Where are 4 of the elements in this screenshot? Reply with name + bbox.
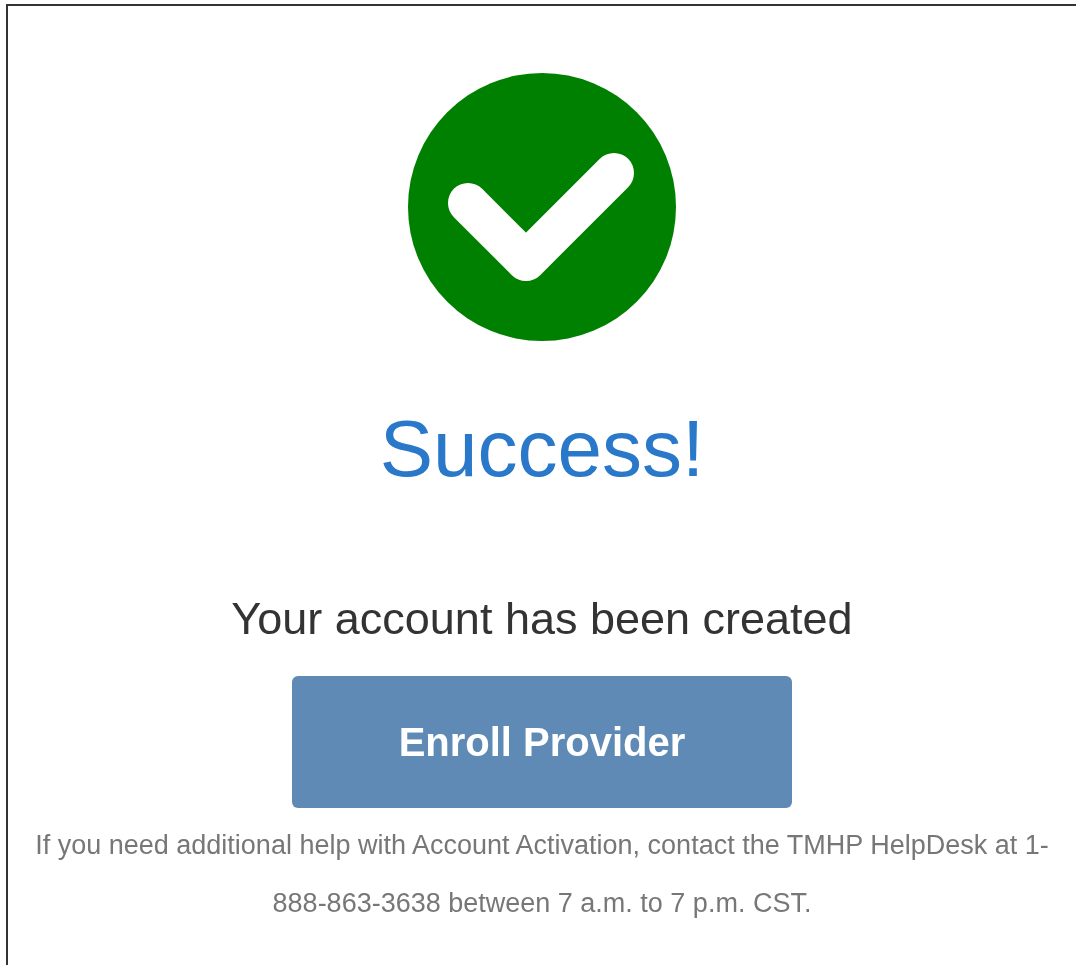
account-created-message: Your account has been created — [231, 593, 853, 645]
success-title: Success! — [379, 403, 705, 495]
help-text: If you need additional help with Account Activation, contact the TMHP HelpDesk at 1-888-863-3638 between 7 a.m. to 7 p.m. CST. — [34, 829, 1050, 920]
enroll-provider-button[interactable]: Enroll Provider — [292, 676, 792, 808]
